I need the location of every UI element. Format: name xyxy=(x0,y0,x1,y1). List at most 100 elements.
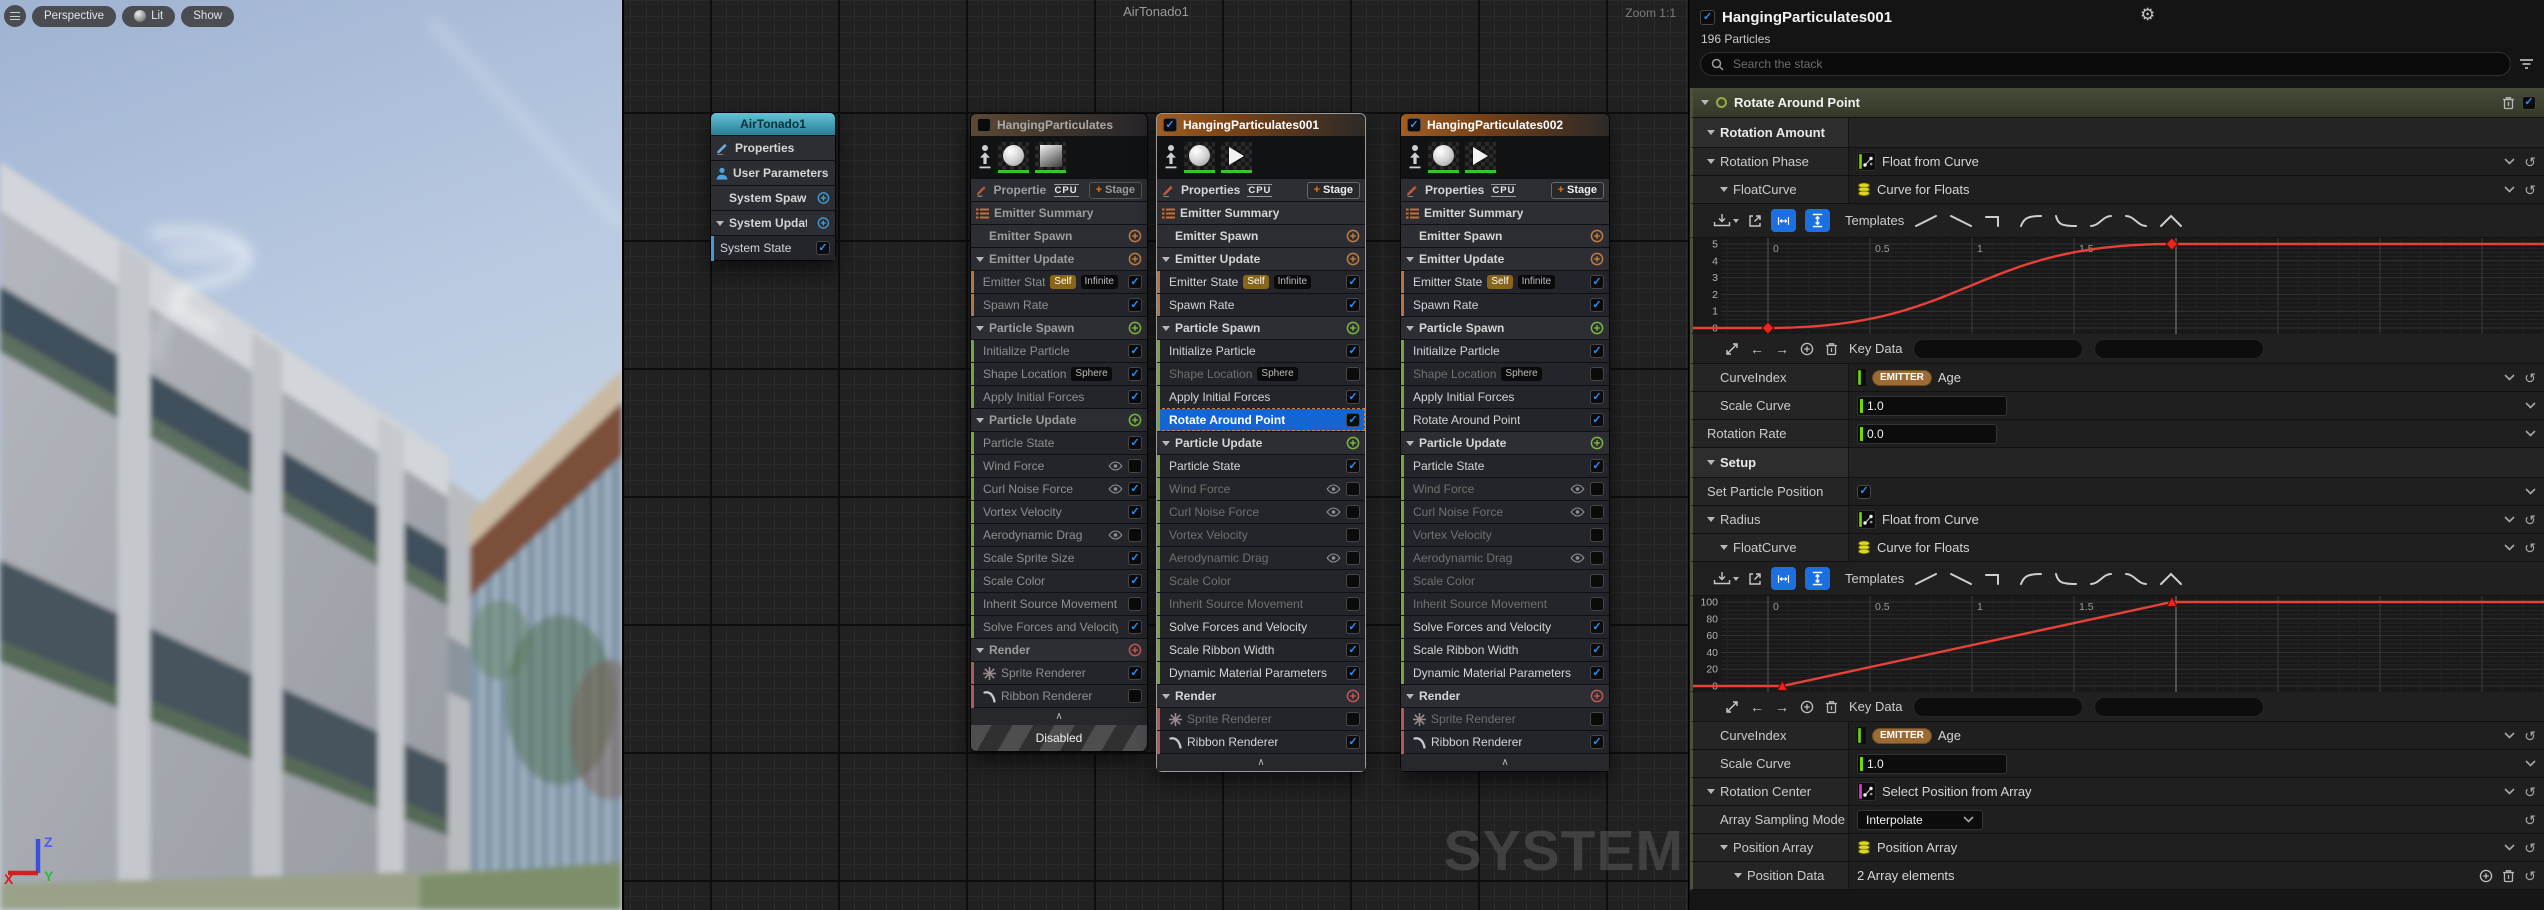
chevron-down-icon[interactable] xyxy=(2504,544,2515,551)
curve-template-8-icon[interactable] xyxy=(2158,213,2184,229)
module-checkbox[interactable]: ✓ xyxy=(1590,643,1604,657)
node-row-render[interactable]: Render xyxy=(971,638,1147,661)
module-checkbox[interactable]: ✓ xyxy=(1590,344,1604,358)
chevron-down-icon[interactable] xyxy=(2525,760,2536,767)
module-checkbox[interactable]: ✓ xyxy=(1128,390,1142,404)
node-graph-panel[interactable]: AirTonado1 Zoom 1:1 SYSTEM AirTonado1Pro… xyxy=(622,0,1689,910)
node-row-inherit-source-movement[interactable]: Inherit Source Movement xyxy=(1401,592,1609,615)
curve-template-1-icon[interactable] xyxy=(1913,571,1939,587)
node-row-emitter-state[interactable]: Emitter StateSelfInfinite✓ xyxy=(971,270,1147,293)
stack-row-rotation-rate[interactable]: Rotation Rate0.0 xyxy=(1690,420,2544,448)
node-row-emitter-spawn[interactable]: Emitter Spawn xyxy=(1157,224,1365,247)
node-row-shape-location[interactable]: Shape LocationSphere✓ xyxy=(971,362,1147,385)
revert-icon[interactable]: ↺ xyxy=(2524,155,2536,169)
add-element-icon[interactable] xyxy=(1800,342,1814,356)
node-row-apply-initial-forces[interactable]: Apply Initial Forces✓ xyxy=(1157,385,1365,408)
node-row-particle-spawn[interactable]: Particle Spawn xyxy=(1157,316,1365,339)
node-row-properties[interactable]: Properties xyxy=(711,135,835,160)
node-row-particle-update[interactable]: Particle Update xyxy=(1401,431,1609,454)
node-row-render[interactable]: Render xyxy=(1401,684,1609,707)
node-row-curl-noise-force[interactable]: Curl Noise Force✓ xyxy=(971,477,1147,500)
stack-row-position-data[interactable]: Position Data2 Array elements↺ xyxy=(1690,862,2544,890)
dropdown-select[interactable]: Interpolate xyxy=(1857,810,1983,830)
node-row-initialize-particle[interactable]: Initialize Particle✓ xyxy=(1157,339,1365,362)
node-row-inherit-source-movement[interactable]: Inherit Source Movement xyxy=(1157,592,1365,615)
module-checkbox[interactable]: ✓ xyxy=(1346,298,1360,312)
delete-trash-icon[interactable] xyxy=(2502,96,2515,110)
module-checkbox[interactable] xyxy=(1346,597,1360,611)
chevron-down-icon[interactable] xyxy=(2504,186,2515,193)
thumbnail-play[interactable] xyxy=(1221,142,1252,173)
node-row-spawn-rate[interactable]: Spawn Rate✓ xyxy=(1401,293,1609,316)
node-row-emitter-state[interactable]: Emitter StateSelfInfinite✓ xyxy=(1401,270,1609,293)
key-value-input[interactable] xyxy=(2094,339,2264,359)
module-checkbox[interactable]: ✓ xyxy=(1346,275,1360,289)
add-plus-icon[interactable] xyxy=(1590,229,1604,243)
chevron-down-icon[interactable] xyxy=(2504,844,2515,851)
node-row-dynamic-material-parameters[interactable]: Dynamic Material Parameters✓ xyxy=(1401,661,1609,684)
node-row-scale-color[interactable]: Scale Color xyxy=(1401,569,1609,592)
node-hangingparticulates001[interactable]: ✓HangingParticulates001PropertiesCPU+Sta… xyxy=(1156,113,1366,772)
stack-row-array-sampling-mode[interactable]: Array Sampling ModeInterpolate↺ xyxy=(1690,806,2544,834)
next-key-icon[interactable]: → xyxy=(1775,700,1789,714)
curve-template-5-icon[interactable] xyxy=(2053,213,2079,229)
perspective-button[interactable]: Perspective xyxy=(32,6,116,27)
add-plus-icon[interactable] xyxy=(1590,321,1604,335)
add-plus-icon[interactable] xyxy=(1590,436,1604,450)
curve-template-8-icon[interactable] xyxy=(2158,571,2184,587)
thumbnail-sphere[interactable] xyxy=(998,142,1029,173)
node-row-particle-spawn[interactable]: Particle Spawn xyxy=(1401,316,1609,339)
module-checkbox[interactable] xyxy=(1128,597,1142,611)
chevron-down-icon[interactable] xyxy=(2504,516,2515,523)
add-plus-icon[interactable] xyxy=(1346,321,1360,335)
node-row-rotate-around-point[interactable]: Rotate Around Point✓ xyxy=(1157,408,1365,431)
fit-horizontal-button[interactable] xyxy=(1771,209,1796,232)
value-input[interactable]: 1.0 xyxy=(1857,396,2007,416)
node-row-apply-initial-forces[interactable]: Apply Initial Forces✓ xyxy=(971,385,1147,408)
add-plus-icon[interactable] xyxy=(1346,689,1360,703)
zoom-fit-icon[interactable] xyxy=(1725,700,1739,714)
module-checkbox[interactable]: ✓ xyxy=(1128,367,1142,381)
revert-icon[interactable]: ↺ xyxy=(2524,841,2536,855)
key-time-input[interactable] xyxy=(1913,697,2083,717)
add-plus-icon[interactable] xyxy=(1346,252,1360,266)
gear-icon[interactable]: ⚙ xyxy=(2140,5,2155,25)
curve-template-7-icon[interactable] xyxy=(2123,213,2149,229)
node-row-initialize-particle[interactable]: Initialize Particle✓ xyxy=(1401,339,1609,362)
node-row-sprite-renderer[interactable]: Sprite Renderer xyxy=(1401,707,1609,730)
filter-icon[interactable] xyxy=(2519,58,2534,71)
module-checkbox[interactable]: ✓ xyxy=(1590,298,1604,312)
module-checkbox[interactable]: ✓ xyxy=(1590,390,1604,404)
value-checkbox[interactable]: ✓ xyxy=(1857,485,1871,499)
node-row-scale-color[interactable]: Scale Color✓ xyxy=(971,569,1147,592)
fit-horizontal-button[interactable] xyxy=(1771,567,1796,590)
emitter-enabled-checkbox[interactable] xyxy=(977,118,991,132)
node-title[interactable]: ✓HangingParticulates002 xyxy=(1401,114,1609,136)
node-row-emitter-summary[interactable]: Emitter Summary xyxy=(1401,201,1609,224)
lit-button[interactable]: Lit xyxy=(122,6,175,27)
stack-row-curveindex[interactable]: CurveIndexEMITTERAge↺ xyxy=(1690,364,2544,392)
add-stage-button[interactable]: +Stage xyxy=(1307,182,1360,199)
module-checkbox[interactable]: ✓ xyxy=(1346,643,1360,657)
module-checkbox[interactable]: ✓ xyxy=(1128,275,1142,289)
add-plus-icon[interactable] xyxy=(1128,413,1142,427)
node-row-emitter-summary[interactable]: Emitter Summary xyxy=(1157,201,1365,224)
node-row-vortex-velocity[interactable]: Vortex Velocity xyxy=(1157,523,1365,546)
module-checkbox[interactable] xyxy=(1346,505,1360,519)
chevron-down-icon[interactable] xyxy=(2504,158,2515,165)
node-row-inherit-source-movement[interactable]: Inherit Source Movement xyxy=(971,592,1147,615)
stack-row-scale-curve[interactable]: Scale Curve1.0 xyxy=(1690,392,2544,420)
revert-icon[interactable]: ↺ xyxy=(2524,371,2536,385)
curve-editor[interactable]: 00.511.5543210 xyxy=(1693,238,2544,334)
node-row-spawn-rate[interactable]: Spawn Rate✓ xyxy=(1157,293,1365,316)
stack-row-scale-curve[interactable]: Scale Curve1.0 xyxy=(1690,750,2544,778)
module-checkbox[interactable]: ✓ xyxy=(1128,344,1142,358)
node-title[interactable]: AirTonado1 xyxy=(711,113,835,135)
module-checkbox[interactable] xyxy=(1590,551,1604,565)
module-checkbox[interactable]: ✓ xyxy=(1590,666,1604,680)
search-input[interactable] xyxy=(1731,56,2500,72)
add-plus-icon[interactable] xyxy=(1346,436,1360,450)
import-curve-icon[interactable] xyxy=(1713,571,1731,586)
revert-icon[interactable]: ↺ xyxy=(2524,183,2536,197)
node-row-aerodynamic-drag[interactable]: Aerodynamic Drag xyxy=(1401,546,1609,569)
